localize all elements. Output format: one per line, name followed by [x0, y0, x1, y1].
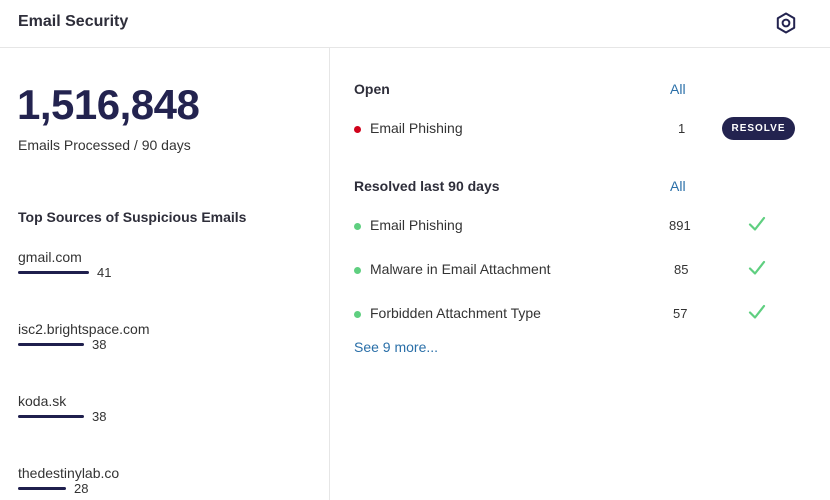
alert-count: 891 [669, 218, 691, 233]
source-item-koda[interactable]: koda.sk 38 [18, 393, 298, 433]
resolve-button[interactable]: RESOLVE [722, 117, 795, 140]
emails-processed-count: 1,516,848 [17, 81, 200, 128]
alert-label: Forbidden Attachment Type [370, 305, 541, 321]
alert-label: Email Phishing [370, 217, 463, 233]
source-item-isc2[interactable]: isc2.brightspace.com 38 [18, 321, 298, 361]
source-name: isc2.brightspace.com [18, 321, 150, 337]
check-icon [748, 260, 766, 275]
settings-icon[interactable] [774, 11, 798, 35]
source-name: thedestinylab.co [18, 465, 120, 481]
source-item-gmail[interactable]: gmail.com 41 [18, 249, 298, 289]
resolved-status-dot [354, 311, 361, 318]
resolved-section-title: Resolved last 90 days [354, 178, 500, 194]
source-bar [18, 343, 84, 346]
check-icon [748, 216, 766, 231]
top-sources-title: Top Sources of Suspicious Emails [18, 209, 247, 225]
source-count: 38 [92, 409, 107, 424]
see-more-link[interactable]: See 9 more... [354, 339, 438, 355]
open-status-dot [354, 126, 361, 133]
alert-count: 85 [674, 262, 689, 277]
alert-label: Email Phishing [370, 120, 463, 136]
resolved-item-forbidden-attachment[interactable]: Forbidden Attachment Type 57 [354, 304, 814, 325]
source-count: 28 [74, 481, 89, 496]
resolved-all-link[interactable]: All [670, 178, 686, 194]
source-count: 38 [92, 337, 107, 352]
alert-count: 57 [673, 306, 688, 321]
open-section-title: Open [354, 81, 390, 97]
column-divider [329, 48, 330, 500]
source-bar [18, 487, 66, 490]
source-name: gmail.com [18, 249, 82, 265]
source-bar [18, 415, 84, 418]
page-title: Email Security [18, 13, 129, 30]
alert-label: Malware in Email Attachment [370, 261, 551, 277]
source-name: koda.sk [18, 393, 67, 409]
app-header: Email Security [0, 0, 830, 48]
source-count: 41 [97, 265, 112, 280]
check-icon [748, 304, 766, 319]
resolved-status-dot [354, 267, 361, 274]
source-bar [18, 271, 89, 274]
open-all-link[interactable]: All [670, 81, 686, 97]
alert-count: 1 [678, 121, 686, 136]
resolved-item-email-phishing[interactable]: Email Phishing 891 [354, 216, 814, 237]
source-item-thedestinylab[interactable]: thedestinylab.co 28 [18, 465, 298, 500]
emails-processed-label: Emails Processed / 90 days [18, 137, 191, 153]
resolved-status-dot [354, 223, 361, 230]
resolved-item-malware-attachment[interactable]: Malware in Email Attachment 85 [354, 260, 814, 281]
